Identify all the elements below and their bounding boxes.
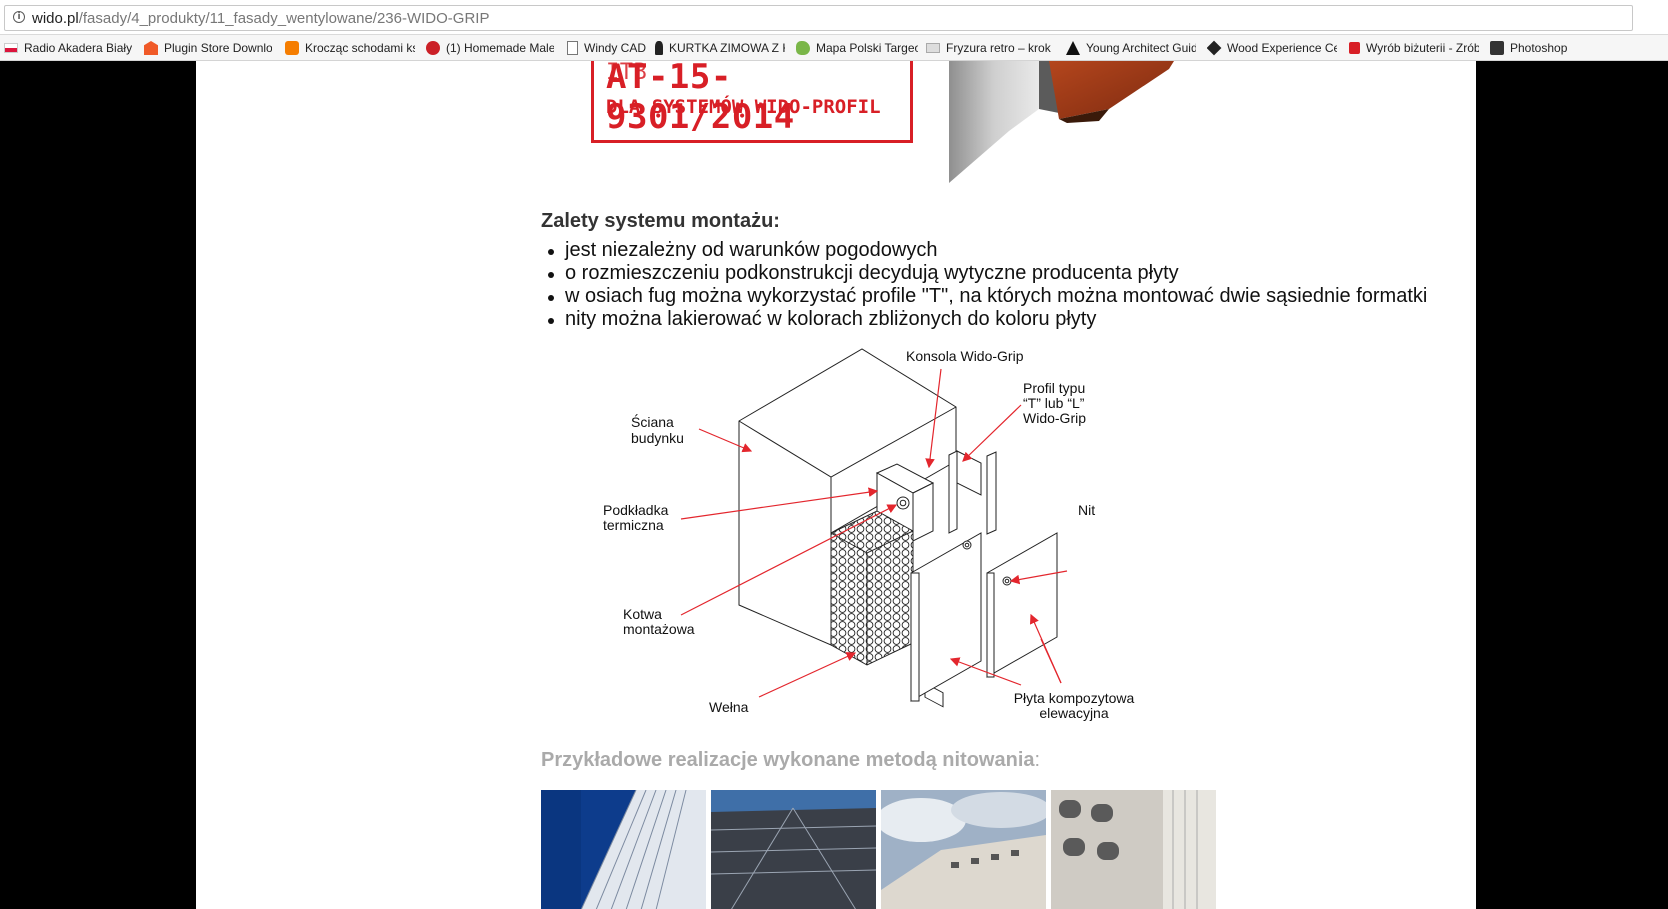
label-welna: Wełna: [709, 699, 749, 715]
label-kotwa-2: montażowa: [623, 621, 695, 637]
advantage-item: nity można lakierować w kolorach zbliżon…: [547, 308, 1427, 331]
profile-t: [948, 450, 997, 535]
bookmark-wood-experience[interactable]: Wood Experience Cen: [1207, 39, 1337, 57]
url-text[interactable]: wido.pl/fasady/4_produkty/11_fasady_went…: [32, 10, 489, 27]
label-sciana-1: Ściana: [631, 413, 674, 430]
label-podkladka-1: Podkładka: [603, 502, 669, 518]
bookmark-kurtka[interactable]: KURTKA ZIMOWA Z K: [655, 39, 785, 57]
plugin-store-icon: [144, 41, 158, 55]
label-podkladka-2: termiczna: [603, 517, 664, 533]
advantage-item: w osiach fug można wykorzystać profile "…: [547, 285, 1428, 307]
label-profil-3: Wido-Grip: [1023, 410, 1086, 426]
label-plyta-1: Płyta kompozytowa: [1014, 690, 1135, 706]
bookmark-photoshop[interactable]: Photoshop: [1490, 39, 1580, 57]
label-konsola: Konsola Wido-Grip: [906, 348, 1024, 364]
address-bar: i wido.pl/fasady/4_produkty/11_fasady_we…: [0, 0, 1668, 35]
label-nit: Nit: [1078, 502, 1095, 518]
label-sciana-2: budynku: [631, 430, 684, 446]
wood-icon: [1207, 40, 1222, 56]
bookmark-kroczac[interactable]: Krocząc schodami ksi: [285, 39, 415, 57]
label-profil-2: “T” lub “L”: [1023, 395, 1085, 411]
example-thumbnail[interactable]: [711, 790, 876, 909]
url-input[interactable]: i wido.pl/fasady/4_produkty/11_fasady_we…: [4, 5, 1633, 31]
label-profil-1: Profil typu: [1023, 380, 1085, 396]
figure-icon: [655, 41, 663, 55]
bookmark-fryzura[interactable]: Fryzura retro – krok p: [926, 39, 1054, 57]
advantage-item: o rozmieszczeniu podkonstrukcji decydują…: [547, 262, 1427, 285]
bookmark-young-architect[interactable]: Young Architect Guid: [1066, 39, 1196, 57]
page: Aprobata techniczna ITB AT-15-9301/2014 …: [196, 61, 1476, 909]
example-thumbnail[interactable]: [541, 790, 706, 909]
image-icon: [926, 43, 940, 53]
info-icon[interactable]: i: [13, 11, 25, 23]
wool-block: [830, 510, 914, 666]
bookmarks-bar: Radio Akadera Białyst Plugin Store Downl…: [0, 35, 1668, 61]
bookmark-radio-akadera[interactable]: Radio Akadera Białyst: [4, 39, 132, 57]
lock-icon: [1349, 42, 1360, 54]
example-thumbnail[interactable]: [1051, 790, 1216, 909]
map-icon: [796, 41, 810, 55]
advantages-title: Zalety systemu montażu:: [541, 210, 780, 232]
advantages-list: jest niezależny od warunków pogodowych o…: [541, 239, 1427, 331]
mounting-diagram: Konsola Wido-Grip Profil typu “T” lub “L…: [603, 348, 1135, 721]
bookmark-homemade[interactable]: (1) Homemade Malefi: [426, 39, 554, 57]
bookmark-plugin-store[interactable]: Plugin Store Downloa: [144, 39, 272, 57]
examples-title: Przykładowe realizacje wykonane metodą n…: [541, 749, 1041, 771]
label-plyta-2: elewacyjna: [1039, 705, 1108, 721]
flag-icon: [4, 43, 18, 53]
bookmark-windy-cad[interactable]: Windy CAD: [567, 39, 647, 57]
example-thumbnail[interactable]: [881, 790, 1046, 909]
photoshop-icon: [1490, 41, 1504, 55]
bookmark-wyrob-bizuterii[interactable]: Wyrób biżuterii - Zrób: [1349, 39, 1479, 57]
stamp-line-3: DLA SYSTEMÓW WIDO-PROFIL: [606, 96, 881, 118]
approval-stamp: Aprobata techniczna ITB AT-15-9301/2014 …: [591, 61, 913, 143]
label-kotwa-1: Kotwa: [623, 606, 662, 622]
bookmark-mapa-polski[interactable]: Mapa Polski Targeo: [796, 39, 918, 57]
advantage-item: jest niezależny od warunków pogodowych: [547, 239, 1427, 262]
page-icon: [567, 41, 578, 55]
ya-logo-icon: [1066, 41, 1080, 55]
pinterest-icon: [426, 41, 440, 55]
blogger-icon: [285, 41, 299, 55]
product-photo: [949, 61, 1189, 183]
composite-panels: [910, 532, 1058, 702]
